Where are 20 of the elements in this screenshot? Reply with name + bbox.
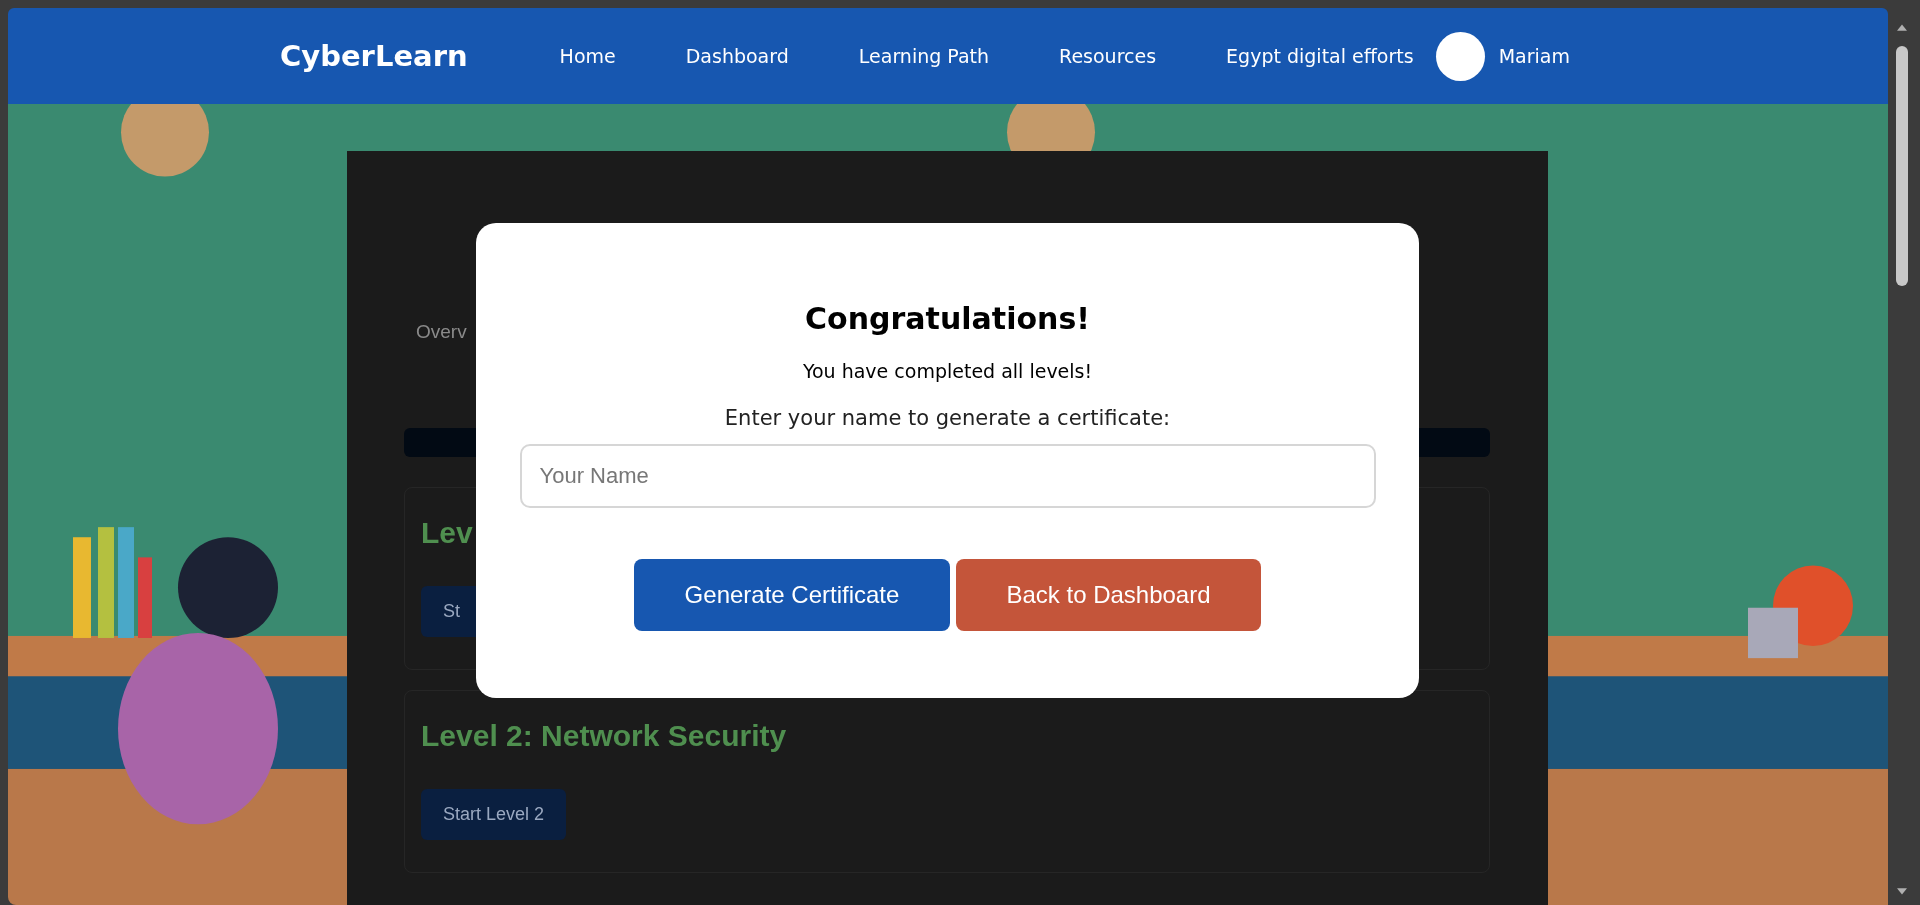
name-prompt: Enter your name to generate a certificate: [724, 406, 1171, 430]
modal-button[interactable]: Generate Certificate [634, 559, 950, 631]
name-field[interactable]: Your Name [519, 444, 1376, 508]
scroll-down-icon[interactable] [1895, 887, 1909, 897]
nav-link[interactable]: Dashboard [685, 45, 789, 67]
modal-button[interactable]: Back to Dashboard [956, 559, 1261, 631]
nav-link[interactable]: Learning Path [858, 45, 990, 67]
start-level-button[interactable]: Start Level 2 [421, 789, 567, 840]
tab-label[interactable]: Overv [416, 321, 467, 343]
user-name[interactable]: Mariam [1498, 45, 1570, 67]
modal-message: You have completed all levels! [802, 360, 1093, 382]
nav-link[interactable]: Resources [1059, 45, 1157, 67]
scroll-up-icon[interactable] [1895, 22, 1909, 32]
nav-link[interactable]: Egypt digital efforts [1226, 45, 1414, 67]
level-title: Level 2: Network Security [421, 719, 787, 753]
modal-title: Congratulations! [805, 301, 1090, 336]
nav-link[interactable]: Home [559, 45, 616, 67]
level-title: Lev [421, 516, 473, 550]
brand-logo[interactable]: CyberLearn [280, 39, 468, 73]
scroll-thumb[interactable] [1896, 46, 1908, 286]
